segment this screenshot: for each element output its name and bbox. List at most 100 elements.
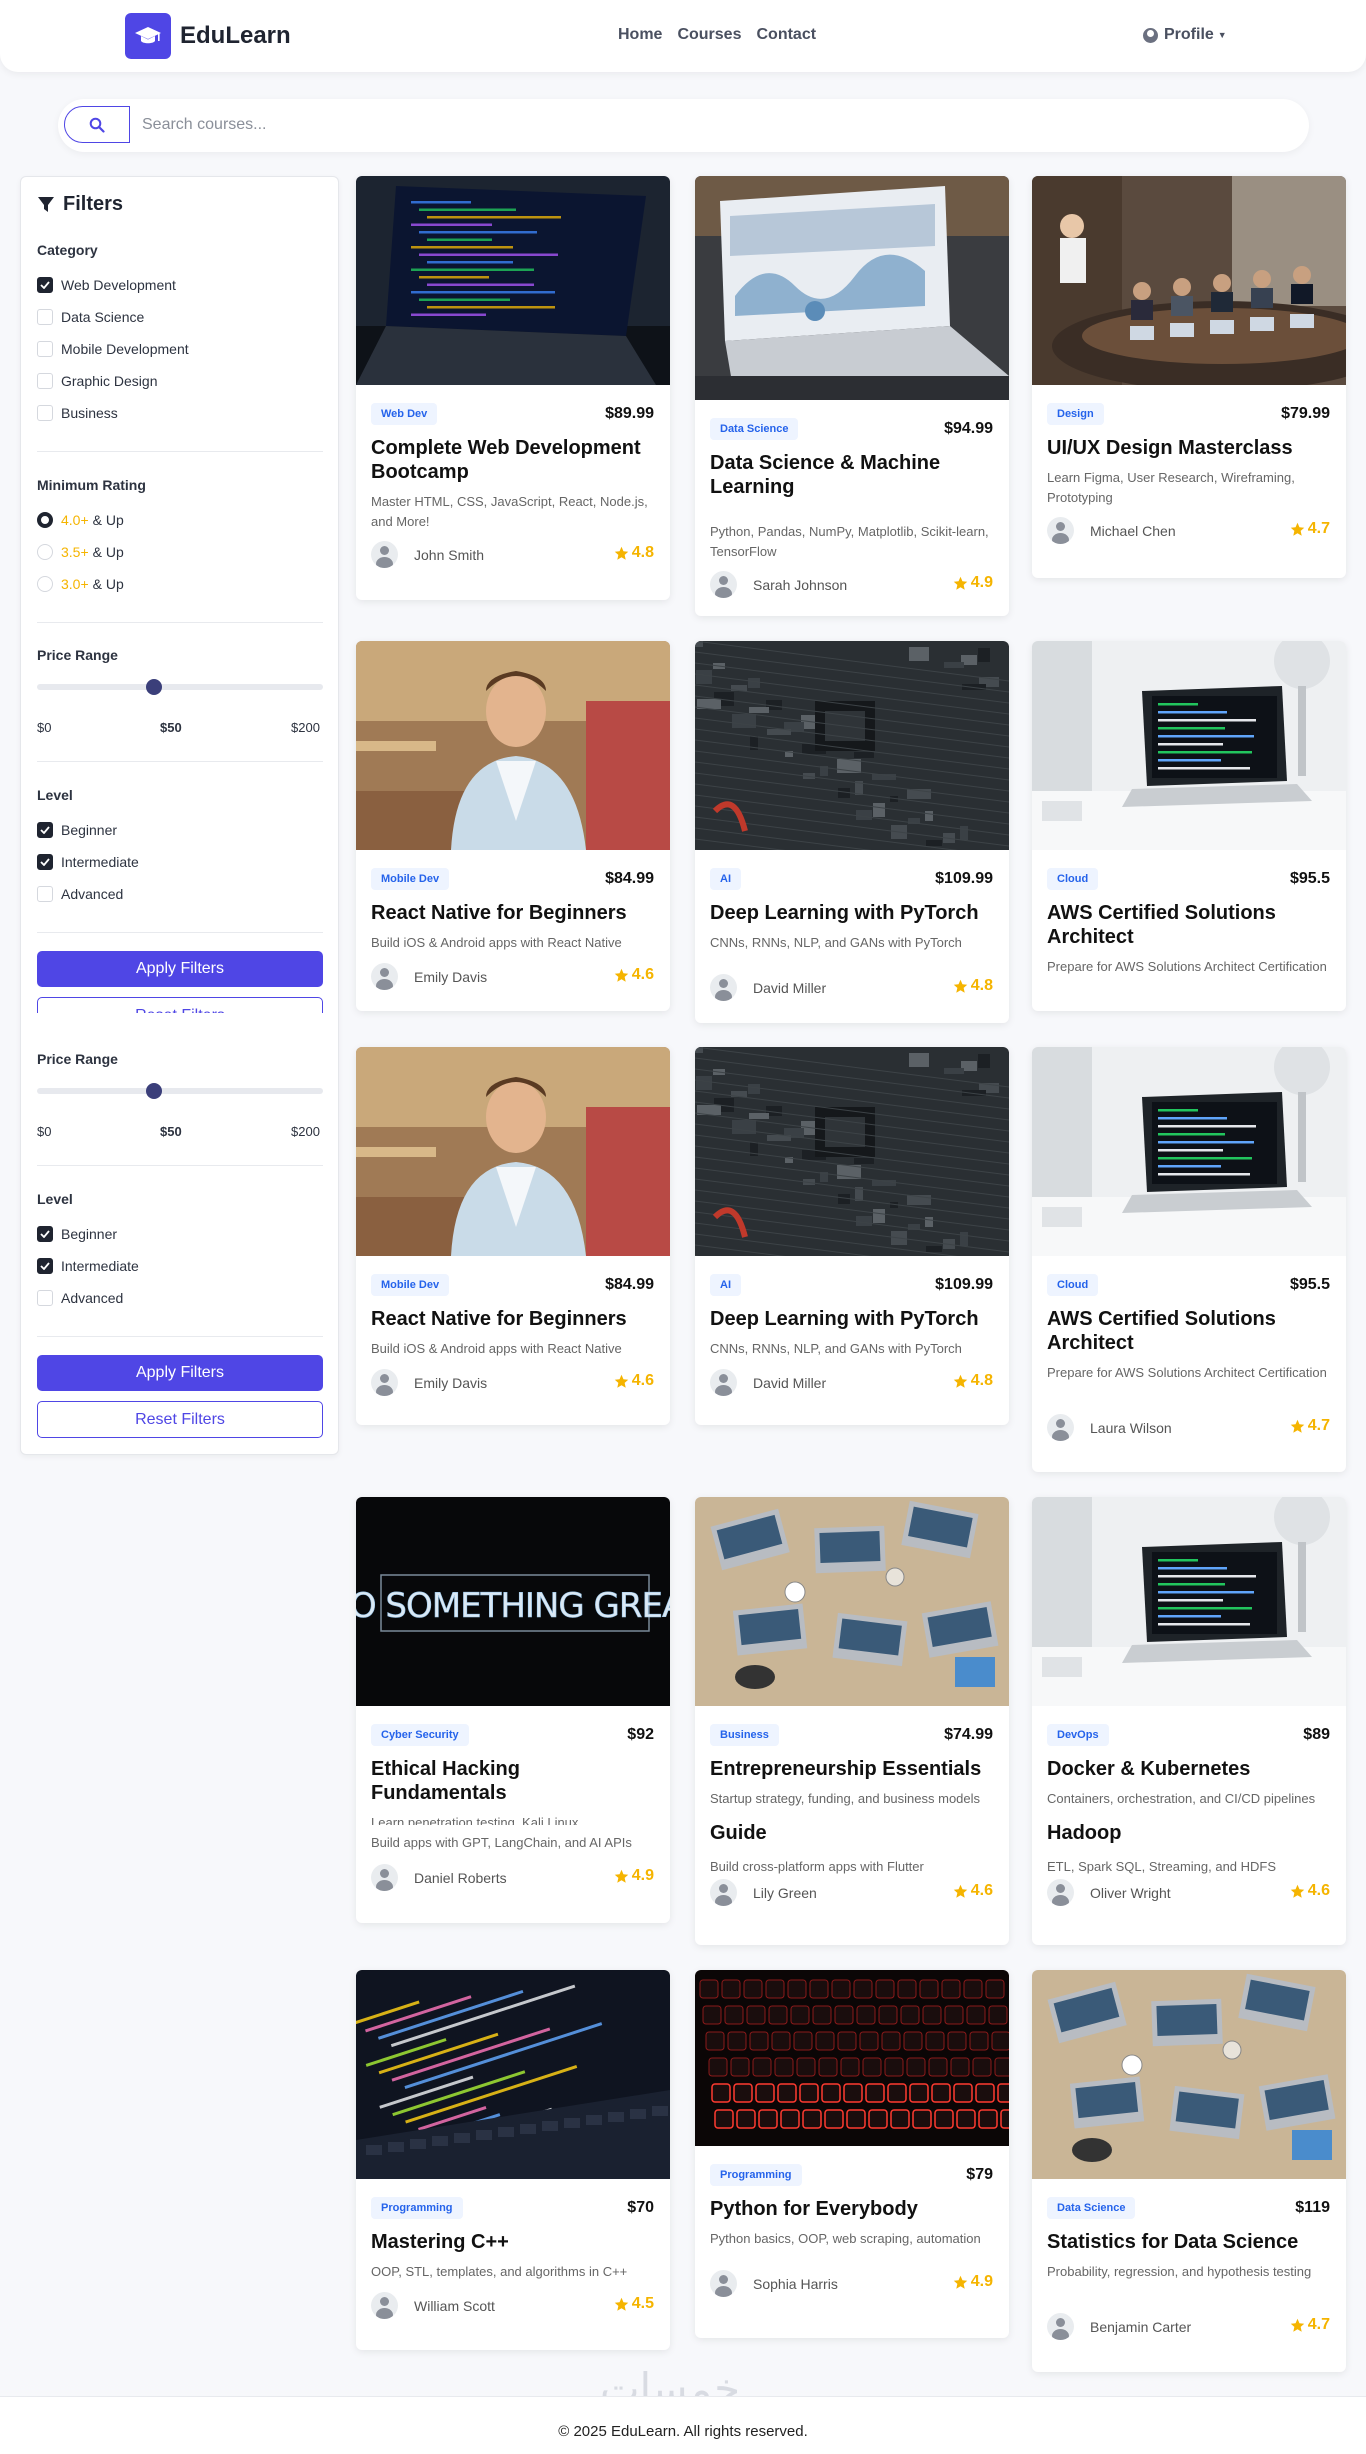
brand[interactable]: EduLearn [125,13,291,59]
course-image[interactable] [695,176,1009,400]
course-card[interactable]: DO SOMETHING GREAT Cyber Security $92 Ethic… [356,1497,670,1923]
course-card[interactable]: Mobile Dev $84.99 React Native for Beginne… [356,1047,670,1425]
search-input[interactable] [142,107,1292,143]
category-option[interactable]: Business [37,405,118,421]
checkbox-icon[interactable] [37,373,53,389]
rating-option[interactable]: 3.5+ & Up [37,544,124,560]
course-title[interactable]: React Native for Beginners [371,901,656,925]
profile-dropdown[interactable]: Profile ▼ [1143,26,1227,44]
course-title[interactable]: AWS Certified Solutions Architect [1047,901,1332,949]
course-image[interactable] [695,1047,1009,1256]
level-option[interactable]: Advanced [37,886,123,902]
radio-selected-icon[interactable] [37,512,53,528]
course-card[interactable]: Programming $70 Mastering C++ OOP, STL, tem… [356,1970,670,2350]
course-title[interactable]: Python for Everybody [710,2197,995,2221]
course-image[interactable] [1032,176,1346,385]
avatar-icon [710,974,737,1001]
course-image[interactable] [1032,1047,1346,1256]
rating-option[interactable]: 3.0+ & Up [37,576,124,592]
checkbox-checked-icon[interactable] [37,277,53,293]
course-image[interactable] [356,1047,670,1256]
course-card[interactable]: Design $79.99 UI/UX Design Masterclass Lear… [1032,176,1346,578]
course-title[interactable]: React Native for Beginners [371,1307,656,1331]
instructor: David Miller [710,974,826,1001]
course-image[interactable] [356,176,670,385]
course-title[interactable]: UI/UX Design Masterclass [1047,436,1332,460]
checkbox-checked-icon[interactable] [37,822,53,838]
search-button[interactable] [64,106,130,143]
rating-option[interactable]: 4.0+ & Up [37,512,124,528]
level-option[interactable]: Beginner [37,822,117,838]
price-slider-thumb[interactable] [146,679,162,695]
course-title[interactable]: Deep Learning with PyTorch [710,901,995,925]
course-title[interactable]: Mastering C++ [371,2230,656,2254]
course-title[interactable]: Data Science & Machine Learning [710,451,995,499]
avatar-icon [371,963,398,990]
checkbox-icon[interactable] [37,886,53,902]
category-option[interactable]: Graphic Design [37,373,158,389]
course-card[interactable]: DevOps $89 Docker & Kubernetes Containers, … [1032,1497,1346,1945]
avatar-icon [1047,2313,1074,2340]
level-option[interactable]: Beginner [37,1226,117,1242]
user-circle-icon [1143,27,1158,43]
course-title[interactable]: Ethical Hacking Fundamentals [371,1757,656,1805]
course-title[interactable]: Entrepreneurship Essentials [710,1757,995,1781]
course-image[interactable] [1032,1970,1346,2179]
course-image[interactable] [695,641,1009,850]
course-card[interactable]: Web Dev $89.99 Complete Web Development Bo… [356,176,670,600]
nav-link-courses[interactable]: Courses [677,26,741,44]
category-option[interactable]: Data Science [37,309,144,325]
course-image[interactable] [1032,641,1346,850]
apply-filters-button[interactable]: Apply Filters [37,1355,323,1391]
course-price: $109.99 [935,870,993,887]
checkbox-checked-icon[interactable] [37,854,53,870]
course-title[interactable]: Docker & Kubernetes [1047,1757,1332,1781]
star-icon [614,546,632,561]
nav-link-contact[interactable]: Contact [756,26,816,44]
course-card[interactable]: Cloud $95.5 AWS Certified Solutions Archit… [1032,1047,1346,1472]
checkbox-icon[interactable] [37,1290,53,1306]
reset-filters-button[interactable]: Reset Filters [37,997,323,1013]
checkbox-icon[interactable] [37,309,53,325]
course-card[interactable]: AI $109.99 Deep Learning with PyTorch CNNs,… [695,1047,1009,1425]
course-image[interactable]: DO SOMETHING GREAT [356,1497,670,1706]
category-option[interactable]: Web Development [37,277,176,293]
course-title[interactable]: Statistics for Data Science [1047,2230,1332,2254]
checkbox-checked-icon[interactable] [37,1258,53,1274]
course-description: Master HTML, CSS, JavaScript, React, Nod… [371,494,648,529]
checkbox-icon[interactable] [37,405,53,421]
nav-link-home[interactable]: Home [618,26,662,44]
category-option[interactable]: Mobile Development [37,341,189,357]
course-title[interactable]: Complete Web Development Bootcamp [371,436,656,484]
divider [37,622,323,623]
radio-icon[interactable] [37,576,53,592]
instructor: Emily Davis [371,963,487,990]
course-card[interactable]: Business $74.99 Entrepreneurship Essential… [695,1497,1009,1945]
course-image[interactable] [1032,1497,1346,1706]
course-card[interactable]: AI $109.99 Deep Learning with PyTorch CNNs,… [695,641,1009,1023]
radio-icon[interactable] [37,544,53,560]
course-card[interactable]: Cloud $95.5 AWS Certified Solutions Archit… [1032,641,1346,1011]
course-card[interactable]: Programming $79 Python for Everybody Python… [695,1970,1009,2338]
price-slider-track[interactable] [37,1088,323,1094]
course-image[interactable] [695,1970,1009,2146]
course-title[interactable]: Deep Learning with PyTorch [710,1307,995,1331]
checkbox-checked-icon[interactable] [37,1226,53,1242]
course-image[interactable] [695,1497,1009,1706]
course-card[interactable]: Data Science $119 Statistics for Data Scie… [1032,1970,1346,2372]
star-icon [953,2275,971,2290]
level-option[interactable]: Advanced [37,1290,123,1306]
level-option[interactable]: Intermediate [37,854,139,870]
checkbox-icon[interactable] [37,341,53,357]
level-option[interactable]: Intermediate [37,1258,139,1274]
instructor: William Scott [371,2292,495,2319]
apply-filters-button[interactable]: Apply Filters [37,951,323,987]
course-image[interactable] [356,641,670,850]
course-title[interactable]: AWS Certified Solutions Architect [1047,1307,1332,1355]
course-image[interactable] [356,1970,670,2179]
course-card[interactable]: Data Science $94.99 Data Science & Machine… [695,176,1009,616]
price-slider-thumb[interactable] [146,1083,162,1099]
course-card[interactable]: Mobile Dev $84.99 React Native for Beginne… [356,641,670,1011]
price-slider-track[interactable] [37,684,323,690]
reset-filters-button[interactable]: Reset Filters [37,1401,323,1438]
